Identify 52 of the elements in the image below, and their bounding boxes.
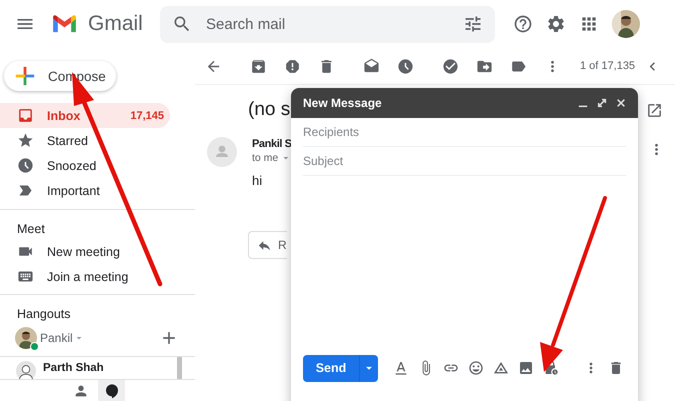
open-in-new-icon[interactable] [646,102,663,118]
search-field[interactable]: Search mail [160,6,495,42]
inbox-icon [17,107,34,124]
star-icon [17,132,34,149]
chat-bubble-icon[interactable] [104,382,120,398]
scrollbar[interactable] [177,357,182,379]
contact-name[interactable]: Parth Shah [43,362,104,374]
nav-item[interactable]: Starred [0,128,170,153]
unread-count: 17,145 [130,110,164,122]
email-subject: (no s [248,99,290,121]
search-icon[interactable] [172,14,192,34]
clock-icon[interactable] [397,58,414,74]
recipient-label: to me [252,152,278,164]
section-heading: Hangouts [16,306,72,323]
compose-title: New Message [303,96,383,110]
nav-label: Starred [47,134,89,148]
spam-icon[interactable] [284,58,301,74]
send-options-button[interactable] [359,354,378,382]
m-logo-icon [52,14,77,34]
meet-label: New meeting [47,244,121,258]
message-body: hi [252,173,264,188]
nav-item[interactable]: Important [0,178,170,203]
section-heading: Meet [16,221,46,238]
app-name: Gmail [88,12,144,36]
image-icon[interactable] [518,360,534,376]
close-icon[interactable] [616,98,626,108]
sender-name: Pankil S [252,138,292,150]
nav-label: Inbox [47,108,82,122]
page-counter: 1 of 17,135 [580,60,636,72]
triangle-icon[interactable] [493,360,509,376]
nav-label: Snoozed [47,158,98,172]
expand-icon[interactable] [597,98,607,108]
emoji-icon[interactable] [468,360,484,376]
settings-icon[interactable] [546,14,566,34]
nav-label: Important [47,184,101,198]
meet-item[interactable]: Join a meeting [0,264,170,289]
archive-icon[interactable] [250,58,267,74]
user-name[interactable]: Pankil [40,331,73,345]
meet-label: Join a meeting [47,270,130,284]
nav-item[interactable]: Snoozed [0,153,170,178]
help-icon[interactable] [513,14,533,34]
nav-item[interactable]: Inbox 17,145 [0,103,170,128]
plus-icon [14,65,36,87]
reply-button[interactable]: R [248,231,287,259]
sender-avatar-icon [207,137,237,167]
clock-icon [17,157,34,174]
text-format-icon[interactable] [393,360,409,376]
envelope-icon[interactable] [363,58,380,74]
person-icon[interactable] [73,382,89,398]
meet-item[interactable]: New meeting [0,239,170,264]
send-button[interactable]: Send [303,354,359,382]
filter-icon[interactable] [463,14,483,34]
